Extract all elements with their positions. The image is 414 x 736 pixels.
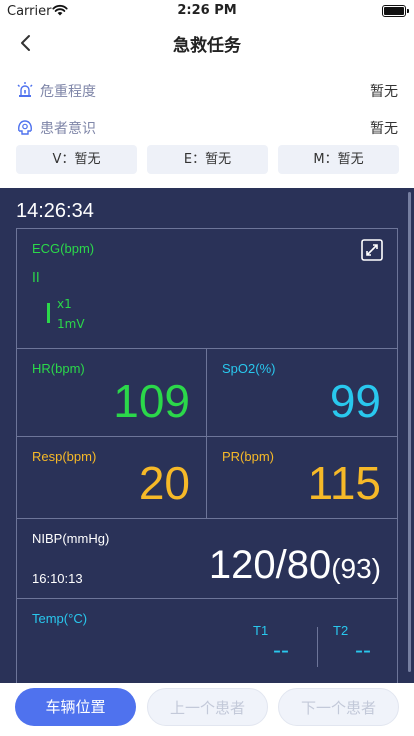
head-icon xyxy=(18,120,32,135)
consciousness-row[interactable]: 患者意识 暂无 xyxy=(16,114,400,140)
spo2-cell: SpO2(%) 99 xyxy=(207,349,397,437)
severity-value: 暂无 xyxy=(370,84,398,100)
vital-monitor-panel: 14:26:34 ECG(bpm) II x1 1mV HR(bpm) 109 … xyxy=(0,188,414,686)
temp-label: Temp(°C) xyxy=(32,611,88,626)
pr-cell: PR(bpm) 115 xyxy=(207,437,397,519)
monitor-clock: 14:26:34 xyxy=(16,200,94,222)
temp-t1-value: -- xyxy=(273,637,289,664)
temp-divider xyxy=(317,627,318,667)
gcs-eye-chip[interactable]: E：暂无 xyxy=(147,145,268,174)
vehicle-location-button[interactable]: 车辆位置 xyxy=(15,688,136,726)
ecg-lead: II xyxy=(32,271,40,286)
consciousness-value: 暂无 xyxy=(370,121,398,137)
status-bar: Carrier 2:26 PM xyxy=(0,0,414,22)
spo2-value: 99 xyxy=(329,375,381,427)
pr-value: 115 xyxy=(307,457,381,509)
ecg-gain: x1 xyxy=(57,297,72,311)
hr-value: 109 xyxy=(113,375,190,427)
next-patient-button[interactable]: 下一个患者 xyxy=(278,688,399,726)
scrollbar[interactable] xyxy=(408,192,411,672)
expand-icon[interactable] xyxy=(361,239,383,261)
nibp-cell: NIBP(mmHg) 16:10:13 120/80(93) xyxy=(17,519,397,599)
ecg-scale: 1mV xyxy=(57,317,85,331)
nibp-time: 16:10:13 xyxy=(32,571,83,586)
status-time: 2:26 PM xyxy=(177,3,237,18)
temp-t2-label: T2 xyxy=(333,623,349,638)
severity-row[interactable]: 危重程度 暂无 xyxy=(16,77,400,103)
resp-cell: Resp(bpm) 20 xyxy=(17,437,207,519)
gcs-motor-chip[interactable]: M：暂无 xyxy=(278,145,399,174)
page-title: 急救任务 xyxy=(173,36,241,56)
alarm-icon xyxy=(17,82,33,97)
ecg-scale-bar xyxy=(47,303,50,323)
prev-patient-button[interactable]: 上一个患者 xyxy=(147,688,268,726)
gcs-verbal-chip[interactable]: V：暂无 xyxy=(16,145,137,174)
nibp-reading: 120/80(93) xyxy=(209,543,381,588)
spo2-label: SpO2(%) xyxy=(222,361,276,376)
temp-cell: Temp(°C) T1 -- T2 -- xyxy=(17,599,397,685)
hr-cell: HR(bpm) 109 xyxy=(17,349,207,437)
ecg-label: ECG(bpm) xyxy=(32,241,95,256)
hr-label: HR(bpm) xyxy=(32,361,85,376)
battery-icon xyxy=(382,5,409,17)
temp-t1-label: T1 xyxy=(253,623,269,638)
nav-bar: 急救任务 xyxy=(0,22,414,64)
pr-label: PR(bpm) xyxy=(222,449,275,464)
resp-value: 20 xyxy=(138,457,190,509)
nibp-label: NIBP(mmHg) xyxy=(32,531,110,546)
nibp-value: 120/80 xyxy=(208,543,332,587)
ecg-cell: ECG(bpm) II x1 1mV xyxy=(17,229,397,349)
nibp-mean: (93) xyxy=(331,553,381,584)
footer-bar: 车辆位置 上一个患者 下一个患者 xyxy=(0,683,414,736)
severity-label: 危重程度 xyxy=(40,84,96,100)
consciousness-label: 患者意识 xyxy=(40,121,96,137)
temp-t2-value: -- xyxy=(355,637,371,664)
resp-label: Resp(bpm) xyxy=(32,449,97,464)
vitals-grid: ECG(bpm) II x1 1mV HR(bpm) 109 SpO2(%) 9… xyxy=(16,228,398,686)
